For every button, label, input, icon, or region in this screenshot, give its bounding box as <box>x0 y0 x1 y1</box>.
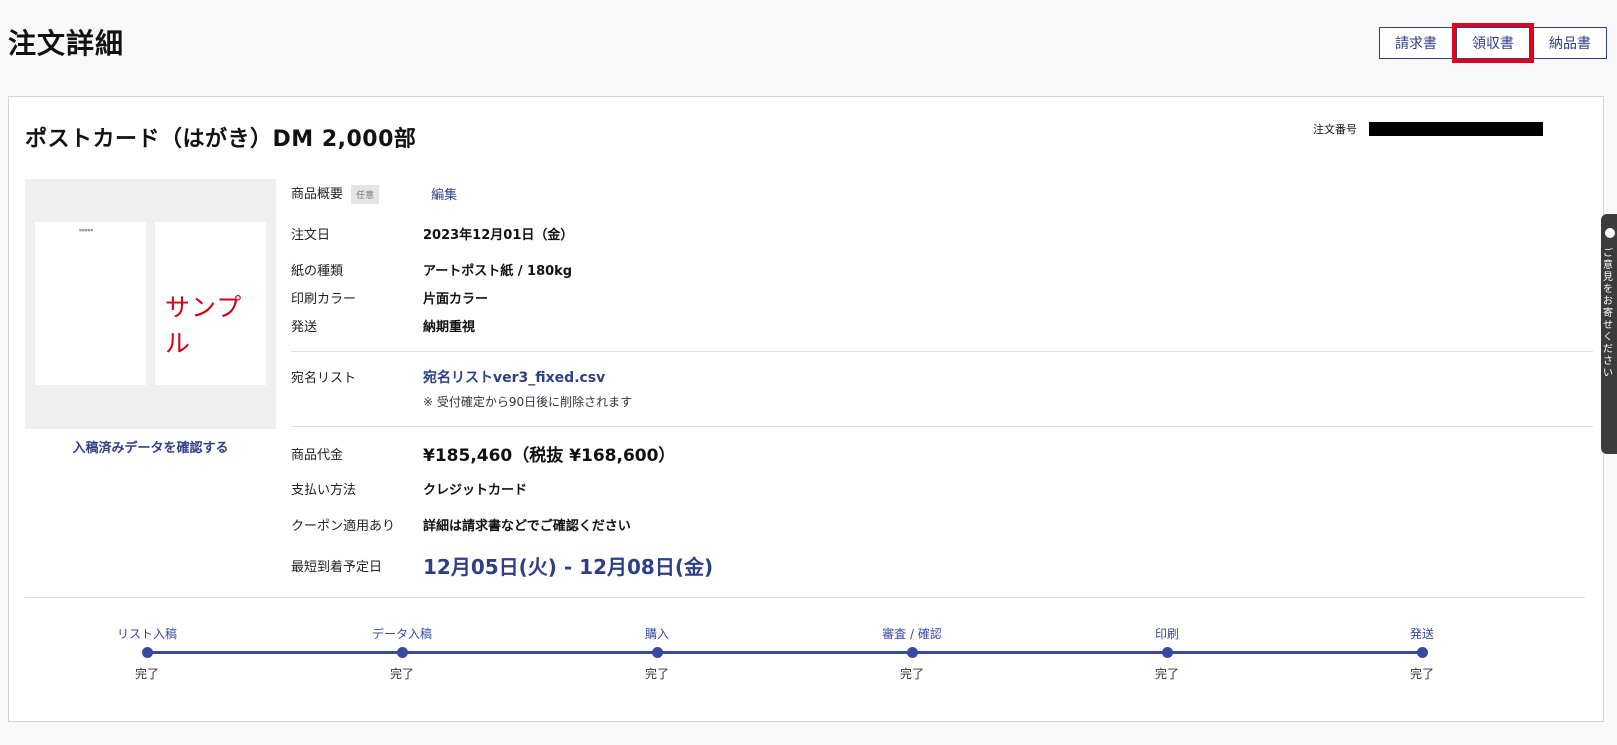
step-label: 発送 <box>1409 627 1434 641</box>
step-label: リスト入稿 <box>116 627 177 641</box>
step-status: 完了 <box>644 667 669 681</box>
address-list-note: ※ 受付確定から90日後に削除されます <box>423 395 633 409</box>
price-row: 商品代金 ¥185,460（税抜 ¥168,600） <box>291 441 675 466</box>
feedback-tab[interactable]: ご意見をお寄せください <box>1601 214 1617 454</box>
progress-step: 発送 完了 <box>1367 625 1477 682</box>
summary-label-text: 商品概要 <box>291 187 344 202</box>
page-title: 注文詳細 <box>8 27 125 60</box>
progress-divider <box>25 597 1585 598</box>
step-status: 完了 <box>134 667 159 681</box>
step-label: データ入稿 <box>371 627 432 641</box>
order-number-redacted <box>1369 122 1543 136</box>
price-label: 商品代金 <box>291 448 344 463</box>
step-status: 完了 <box>899 667 924 681</box>
coupon-row: クーポン適用あり 詳細は請求書などでご確認ください <box>291 515 631 534</box>
coupon-label: クーポン適用あり <box>291 519 396 534</box>
progress-step: 購入 完了 <box>602 625 712 682</box>
step-dot <box>906 647 918 658</box>
product-title: ポストカード（はがき）DM 2,000部 <box>25 127 417 152</box>
progress-line <box>147 651 1422 654</box>
color-value: 片面カラー <box>423 292 489 307</box>
step-status: 完了 <box>389 667 414 681</box>
invoice-button[interactable]: 請求書 <box>1379 27 1453 59</box>
edit-summary-link[interactable]: 編集 <box>431 184 457 203</box>
address-list-row: 宛名リスト 宛名リストver3_fixed.csv ※ 受付確定から90日後に削… <box>291 367 632 410</box>
order-progress: リスト入稿 完了 データ入稿 完了 購入 完了 審査 / 確認 完了 印刷 完了… <box>9 625 1605 685</box>
step-label: 審査 / 確認 <box>882 627 942 641</box>
section-divider <box>291 426 1593 427</box>
payment-label: 支払い方法 <box>291 483 357 498</box>
step-label: 印刷 <box>1154 627 1179 641</box>
order-number-label: 注文番号 <box>1313 123 1357 136</box>
optional-badge: 任意 <box>351 185 380 204</box>
front-sheet-text: ■■■■■ <box>79 228 94 232</box>
step-dot <box>651 647 663 658</box>
step-status: 完了 <box>1154 667 1179 681</box>
progress-step: 印刷 完了 <box>1112 625 1222 682</box>
address-list-label: 宛名リスト <box>291 371 357 386</box>
confirm-uploaded-data-link[interactable]: 入稿済みデータを確認する <box>25 437 276 456</box>
coupon-value: 詳細は請求書などでご確認ください <box>423 519 631 534</box>
payment-row: 支払い方法 クレジットカード <box>291 479 527 498</box>
paper-row: 紙の種類 アートポスト紙 / 180kg <box>291 260 572 279</box>
order-date-value: 2023年12月01日（金） <box>423 228 574 243</box>
order-detail-card: ポストカード（はがき）DM 2,000部 注文番号 ■■■■■ サンプル 入稿済… <box>8 96 1604 722</box>
shipping-row: 発送 納期重視 <box>291 316 475 335</box>
receipt-button[interactable]: 領収書 <box>1452 23 1534 63</box>
price-value: ¥185,460（税抜 ¥168,600） <box>423 446 676 466</box>
shipping-value: 納期重視 <box>423 320 476 335</box>
paper-value: アートポスト紙 / 180kg <box>423 264 573 279</box>
step-dot <box>396 647 408 658</box>
color-row: 印刷カラー 片面カラー <box>291 288 488 307</box>
shipping-label: 発送 <box>291 320 318 335</box>
section-divider <box>291 351 1593 352</box>
arrival-row: 最短到着予定日 12月05日(火) - 12月08日(金) <box>291 551 713 580</box>
step-dot <box>141 647 153 658</box>
preview-front-sheet: ■■■■■ <box>35 222 146 385</box>
color-label: 印刷カラー <box>291 292 357 307</box>
arrival-label: 最短到着予定日 <box>291 560 383 575</box>
order-date-row: 注文日 2023年12月01日（金） <box>291 224 573 243</box>
payment-value: クレジットカード <box>423 483 528 498</box>
order-number: 注文番号 <box>1313 121 1543 137</box>
paper-label: 紙の種類 <box>291 264 344 279</box>
feedback-label: ご意見をお寄せください <box>1603 248 1613 379</box>
step-status: 完了 <box>1409 667 1434 681</box>
address-list-file-link[interactable]: 宛名リストver3_fixed.csv <box>423 367 632 387</box>
sample-watermark: サンプル <box>165 293 243 358</box>
progress-step: データ入稿 完了 <box>347 625 457 682</box>
progress-step: リスト入稿 完了 <box>92 625 202 682</box>
preview-back-sheet: サンプル <box>155 222 266 385</box>
arrival-value: 12月05日(火) - 12月08日(金) <box>423 555 714 579</box>
feedback-icon <box>1605 228 1615 238</box>
design-preview[interactable]: ■■■■■ サンプル <box>25 179 276 429</box>
step-dot <box>1416 647 1428 658</box>
delivery-note-button[interactable]: 納品書 <box>1533 27 1607 59</box>
step-label: 購入 <box>644 627 669 641</box>
summary-label: 商品概要 任意 <box>291 183 380 204</box>
step-dot <box>1161 647 1173 658</box>
order-date-label: 注文日 <box>291 228 331 243</box>
summary-row: 商品概要 任意 編集 <box>291 183 457 204</box>
progress-step: 審査 / 確認 完了 <box>857 625 967 682</box>
address-list-info: 宛名リストver3_fixed.csv ※ 受付確定から90日後に削除されます <box>423 367 632 410</box>
document-buttons: 請求書 領収書 納品書 <box>1376 23 1607 63</box>
